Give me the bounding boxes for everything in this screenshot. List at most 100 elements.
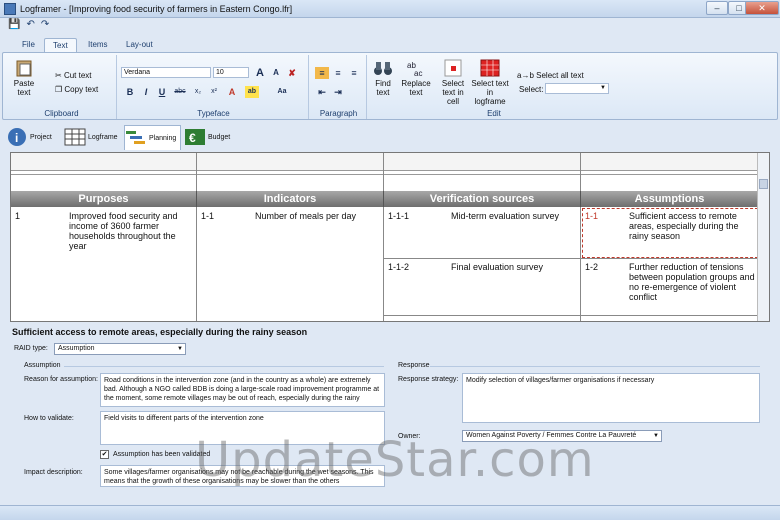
minimize-button[interactable]: – — [706, 1, 728, 15]
chevron-down-icon: ▼ — [177, 346, 183, 352]
typeface-group: Verdana 10 A A ✘ B I U abc x₂ x² A ab Aa… — [119, 55, 309, 119]
highlight-button[interactable]: ab — [245, 86, 259, 98]
assumption-text-1[interactable]: Sufficient access to remote areas, espec… — [629, 211, 757, 241]
strategy-textarea[interactable]: Modify selection of villages/farmer orga… — [462, 373, 760, 423]
grid-scrollbar[interactable] — [757, 153, 769, 321]
edit-group: Find text ab ac Replace text Select text … — [369, 55, 619, 119]
validated-checkbox[interactable]: ✔ — [100, 450, 109, 459]
superscript-button[interactable]: x² — [207, 86, 221, 98]
info-icon: i — [8, 128, 26, 147]
subscript-button[interactable]: x₂ — [191, 86, 205, 98]
change-case-button[interactable]: Aa — [275, 86, 289, 98]
grid-bottom-line — [384, 315, 759, 316]
view-planning[interactable]: Planning — [124, 125, 182, 150]
source-divider — [384, 258, 581, 259]
app-icon — [4, 3, 16, 15]
validate-label: How to validate: — [24, 415, 74, 422]
tab-file[interactable]: File — [14, 38, 43, 52]
svg-text:€: € — [189, 131, 196, 145]
view-project[interactable]: i Project — [6, 125, 52, 150]
chevron-down-icon: ▼ — [600, 85, 606, 91]
view-logframe[interactable]: Logframe — [64, 125, 118, 150]
indicator-number: 1-1 — [201, 211, 215, 221]
assumption-number-2: 1-2 — [585, 262, 599, 272]
grid-icon — [64, 128, 86, 146]
grow-font-icon[interactable]: A — [253, 67, 267, 79]
tab-layout[interactable]: Lay-out — [118, 38, 161, 52]
chevron-down-icon: ▼ — [653, 433, 659, 439]
header-indicators[interactable]: Indicators — [197, 191, 384, 207]
raid-type-select[interactable]: Assumption ▼ — [54, 343, 186, 355]
select-label: Select: — [519, 85, 544, 94]
paragraph-group: ≡ ≡ ≡ ⇤ ⇥ Paragraph — [311, 55, 367, 119]
copy-icon: ❐ — [55, 85, 65, 94]
reason-label: Reason for assumption: — [24, 376, 98, 383]
source-number-2: 1-1-2 — [388, 262, 410, 272]
cut-icon: ✂ — [55, 71, 64, 80]
select-all-button[interactable]: a→b Select all text — [517, 71, 584, 80]
copy-button[interactable]: ❐ Copy text — [55, 85, 98, 94]
purpose-number: 1 — [15, 211, 21, 221]
indicator-text[interactable]: Number of meals per day — [255, 211, 381, 221]
select-in-cell-button[interactable]: Select text in cell — [437, 59, 469, 106]
paste-button[interactable]: Paste text — [11, 59, 37, 97]
clipboard-label: Clipboard — [44, 109, 79, 118]
binoculars-icon — [374, 62, 392, 75]
underline-button[interactable]: U — [155, 86, 169, 98]
quick-access-toolbar: 💾 ↶ ↷ — [8, 19, 49, 35]
close-button[interactable]: ✕ — [745, 1, 779, 15]
purpose-text[interactable]: Improved food security and income of 360… — [69, 211, 193, 251]
strikethrough-button[interactable]: abc — [173, 86, 187, 98]
source-text-1[interactable]: Mid-term evaluation survey — [451, 211, 579, 221]
save-icon[interactable]: 💾 — [8, 19, 20, 35]
header-purposes[interactable]: Purposes — [11, 191, 197, 207]
cut-button[interactable]: ✂ Cut text — [55, 71, 92, 80]
sources-column — [384, 153, 581, 321]
redo-icon[interactable]: ↷ — [41, 19, 49, 35]
paste-icon — [16, 60, 32, 77]
align-right-icon[interactable]: ≡ — [347, 67, 361, 79]
edit-label: Edit — [487, 109, 501, 118]
font-color-button[interactable]: A — [225, 86, 239, 98]
assumption-divider — [581, 258, 759, 259]
reason-textarea[interactable]: Road conditions in the intervention zone… — [100, 373, 385, 407]
tab-items[interactable]: Items — [80, 38, 116, 52]
source-number-1: 1-1-1 — [388, 211, 410, 221]
logframe-grid: Purposes Indicators Verification sources… — [10, 152, 770, 322]
italic-button[interactable]: I — [139, 86, 153, 98]
view-bar: i Project Logframe Planning € Budget — [0, 122, 780, 152]
raid-type-label: RAID type: — [14, 345, 48, 352]
scroll-thumb[interactable] — [759, 179, 768, 189]
replace-icon: abac — [407, 61, 422, 77]
shrink-font-icon[interactable]: A — [269, 67, 283, 79]
indent-decrease-icon[interactable]: ⇤ — [315, 86, 329, 98]
assumption-text-2[interactable]: Further reduction of tensions between po… — [629, 262, 757, 302]
indicators-column — [197, 153, 384, 321]
response-section-label: Response — [398, 362, 430, 369]
header-assumptions[interactable]: Assumptions — [581, 191, 759, 207]
select-in-logframe-button[interactable]: Select text in logframe — [471, 59, 509, 106]
find-button[interactable]: Find text — [371, 59, 395, 97]
assumption-section-label: Assumption — [24, 362, 61, 369]
align-left-icon[interactable]: ≡ — [315, 67, 329, 79]
font-size-select[interactable]: 10 — [213, 67, 249, 78]
assumption-number-1: 1-1 — [585, 211, 599, 221]
bold-button[interactable]: B — [123, 86, 137, 98]
clear-format-icon[interactable]: ✘ — [285, 67, 299, 79]
status-bar — [0, 505, 780, 520]
impact-label: Impact description: — [24, 469, 83, 476]
indent-increase-icon[interactable]: ⇥ — [331, 86, 345, 98]
replace-button[interactable]: ab ac Replace text — [399, 59, 433, 97]
header-sources[interactable]: Verification sources — [384, 191, 581, 207]
tab-text[interactable]: Text — [44, 38, 77, 52]
window-title: Logframer - [Improving food security of … — [20, 4, 293, 14]
undo-icon[interactable]: ↶ — [26, 19, 34, 35]
font-select[interactable]: Verdana — [121, 67, 211, 78]
paragraph-label: Paragraph — [319, 109, 358, 118]
strategy-label: Response strategy: — [398, 376, 459, 383]
source-text-2[interactable]: Final evaluation survey — [451, 262, 579, 272]
select-dropdown[interactable]: ▼ — [545, 83, 609, 94]
align-center-icon[interactable]: ≡ — [331, 67, 345, 79]
view-budget[interactable]: € Budget — [184, 125, 230, 150]
assumption-section-line — [64, 366, 384, 367]
